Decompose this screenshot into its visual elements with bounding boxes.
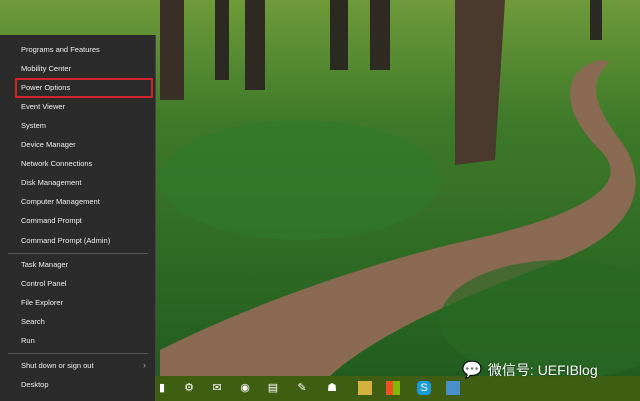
menu-separator xyxy=(8,253,148,254)
mail-icon[interactable]: ✉ xyxy=(210,381,224,395)
menu-item-search[interactable]: Search xyxy=(21,316,45,328)
menu-item-device-manager[interactable]: Device Manager xyxy=(21,139,76,151)
menu-item-programs-and-features[interactable]: Programs and Features xyxy=(21,44,100,56)
menu-item-system[interactable]: System xyxy=(21,120,46,132)
menu-item-control-panel[interactable]: Control Panel xyxy=(21,278,66,290)
watermark-text: 微信号: UEFIBlog xyxy=(487,362,598,378)
menu-item-disk-management[interactable]: Disk Management xyxy=(21,177,81,189)
menu-item-command-prompt-admin[interactable]: Command Prompt (Admin) xyxy=(21,235,110,247)
menu-item-desktop[interactable]: Desktop xyxy=(21,379,49,391)
menu-separator xyxy=(8,353,148,354)
menu-item-mobility-center[interactable]: Mobility Center xyxy=(21,63,71,75)
windows-logo-icon[interactable] xyxy=(386,381,400,395)
menu-item-event-viewer[interactable]: Event Viewer xyxy=(21,101,65,113)
watermark: 💬 微信号: UEFIBlog xyxy=(462,360,598,380)
menu-item-command-prompt[interactable]: Command Prompt xyxy=(21,215,82,227)
skype-icon[interactable]: S xyxy=(417,381,431,395)
menu-item-file-explorer[interactable]: File Explorer xyxy=(21,297,63,309)
file-explorer-icon[interactable] xyxy=(358,381,372,395)
brush-icon[interactable]: ✎ xyxy=(295,381,309,395)
menu-item-task-manager[interactable]: Task Manager xyxy=(21,259,68,271)
menu-item-run[interactable]: Run xyxy=(21,335,35,347)
winx-context-menu: Programs and Features Mobility Center Po… xyxy=(0,35,156,401)
camera-icon[interactable]: ◉ xyxy=(238,381,252,395)
highlight-box xyxy=(15,78,153,98)
wechat-icon: 💬 xyxy=(462,362,482,379)
store-icon[interactable]: ▮ xyxy=(155,381,169,395)
menu-item-computer-management[interactable]: Computer Management xyxy=(21,196,100,208)
menu-item-network-connections[interactable]: Network Connections xyxy=(21,158,92,170)
people-icon[interactable]: ☗ xyxy=(325,381,339,395)
chevron-right-icon: › xyxy=(143,360,146,370)
video-icon[interactable]: ▤ xyxy=(266,381,280,395)
settings-icon[interactable]: ⚙ xyxy=(182,381,196,395)
menu-item-shut-down-or-sign-out[interactable]: Shut down or sign out xyxy=(21,360,94,372)
display-icon[interactable] xyxy=(446,381,460,395)
